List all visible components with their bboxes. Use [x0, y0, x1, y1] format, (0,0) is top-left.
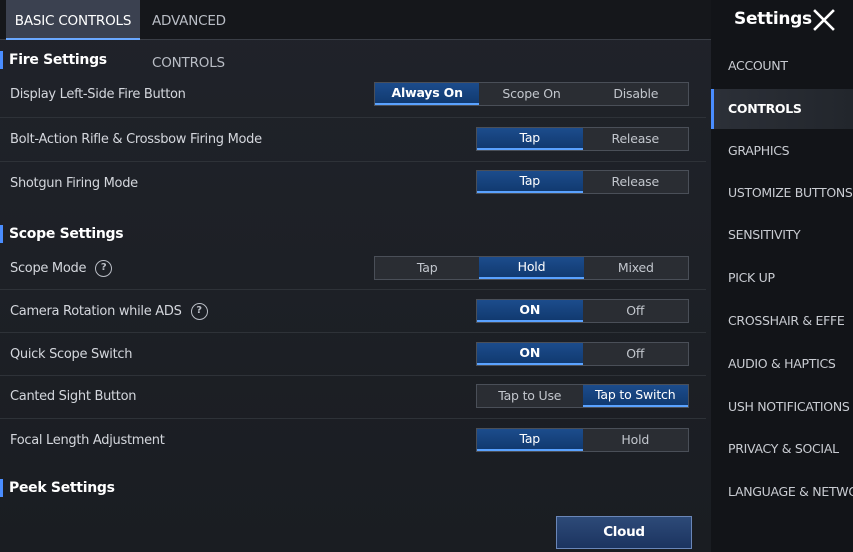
option-tap[interactable]: Tap [375, 257, 479, 279]
quick-scope-switch-label: Quick Scope Switch [10, 347, 133, 362]
focal-length-adjustment-label: Focal Length Adjustment [10, 433, 165, 448]
option-hold[interactable]: Hold [479, 257, 584, 279]
sidebar-item-controls[interactable]: CONTROLS [711, 89, 853, 129]
sidebar-item-privacy-social[interactable]: PRIVACY & SOCIAL [711, 429, 853, 469]
sidebar-item-crosshair-effects[interactable]: CROSSHAIR & EFFE [711, 301, 853, 341]
sidebar-item-sensitivity[interactable]: SENSITIVITY [711, 215, 853, 255]
sidebar-title: Settings [734, 9, 812, 29]
sidebar-item-push-notifications[interactable]: USH NOTIFICATIONS [711, 387, 853, 427]
divider [0, 418, 706, 419]
option-on[interactable]: ON [477, 300, 583, 322]
scope-mode-label: Scope Mode [10, 261, 87, 276]
shotgun-firing-mode-label: Shotgun Firing Mode [10, 176, 138, 191]
option-tap-to-use[interactable]: Tap to Use [477, 385, 583, 407]
left-fire-button-label: Display Left-Side Fire Button [10, 87, 186, 102]
controls-panel: BASIC CONTROLS ADVANCED CONTROLS Fire Se… [0, 0, 711, 552]
option-mixed[interactable]: Mixed [584, 257, 688, 279]
scope-mode-selector: Tap Hold Mixed [374, 256, 689, 280]
sidebar-item-audio-haptics[interactable]: AUDIO & HAPTICS [711, 344, 853, 384]
close-icon[interactable] [812, 8, 836, 32]
sidebar-item-graphics[interactable]: GRAPHICS [711, 131, 853, 171]
canted-sight-button-label: Canted Sight Button [10, 389, 137, 404]
settings-sidebar: Settings ACCOUNT CONTROLS GRAPHICS USTOM… [711, 0, 853, 552]
option-tap[interactable]: Tap [477, 429, 583, 451]
option-release[interactable]: Release [583, 171, 689, 193]
help-icon[interactable]: ? [190, 303, 208, 320]
section-peek-settings: Peek Settings [0, 475, 115, 501]
shotgun-firing-mode-selector: Tap Release [476, 170, 689, 194]
sidebar-item-customize-buttons[interactable]: USTOMIZE BUTTONS [711, 173, 853, 213]
help-icon[interactable]: ? [95, 260, 113, 277]
option-disable[interactable]: Disable [584, 83, 688, 105]
divider [0, 161, 706, 162]
option-tap[interactable]: Tap [477, 128, 583, 150]
option-on[interactable]: ON [477, 343, 583, 365]
tab-basic-controls[interactable]: BASIC CONTROLS [6, 0, 140, 40]
option-tap[interactable]: Tap [477, 171, 583, 193]
bolt-action-firing-mode-selector: Tap Release [476, 127, 689, 151]
camera-rotation-selector: ON Off [476, 299, 689, 323]
option-off[interactable]: Off [583, 343, 689, 365]
sidebar-item-account[interactable]: ACCOUNT [711, 46, 853, 86]
divider [0, 289, 706, 290]
divider [0, 332, 706, 333]
tab-bar: BASIC CONTROLS ADVANCED CONTROLS [0, 0, 711, 71]
camera-rotation-label: Camera Rotation while ADS [10, 304, 182, 319]
left-fire-button-selector: Always On Scope On Disable [374, 82, 689, 106]
tab-advanced-controls[interactable]: ADVANCED CONTROLS [152, 0, 292, 71]
sidebar-item-language-network[interactable]: LANGUAGE & NETWO [711, 472, 853, 512]
focal-length-adjustment-selector: Tap Hold [476, 428, 689, 452]
cloud-management-button[interactable]: Cloud Management [556, 516, 692, 549]
option-release[interactable]: Release [583, 128, 689, 150]
option-always-on[interactable]: Always On [375, 83, 480, 105]
scope-mode-label-row: Scope Mode? [10, 259, 113, 279]
option-tap-to-switch[interactable]: Tap to Switch [582, 385, 688, 407]
bolt-action-firing-mode-label: Bolt-Action Rifle & Crossbow Firing Mode [10, 132, 262, 147]
divider [0, 117, 706, 118]
divider [0, 375, 706, 376]
sidebar-item-pick-up[interactable]: PICK UP [711, 258, 853, 298]
canted-sight-button-selector: Tap to Use Tap to Switch [476, 384, 689, 408]
option-scope-on[interactable]: Scope On [479, 83, 583, 105]
section-scope-settings: Scope Settings [0, 221, 124, 247]
option-off[interactable]: Off [583, 300, 689, 322]
section-fire-settings: Fire Settings [0, 47, 107, 73]
camera-rotation-label-row: Camera Rotation while ADS? [10, 302, 208, 322]
option-hold[interactable]: Hold [583, 429, 689, 451]
quick-scope-switch-selector: ON Off [476, 342, 689, 366]
